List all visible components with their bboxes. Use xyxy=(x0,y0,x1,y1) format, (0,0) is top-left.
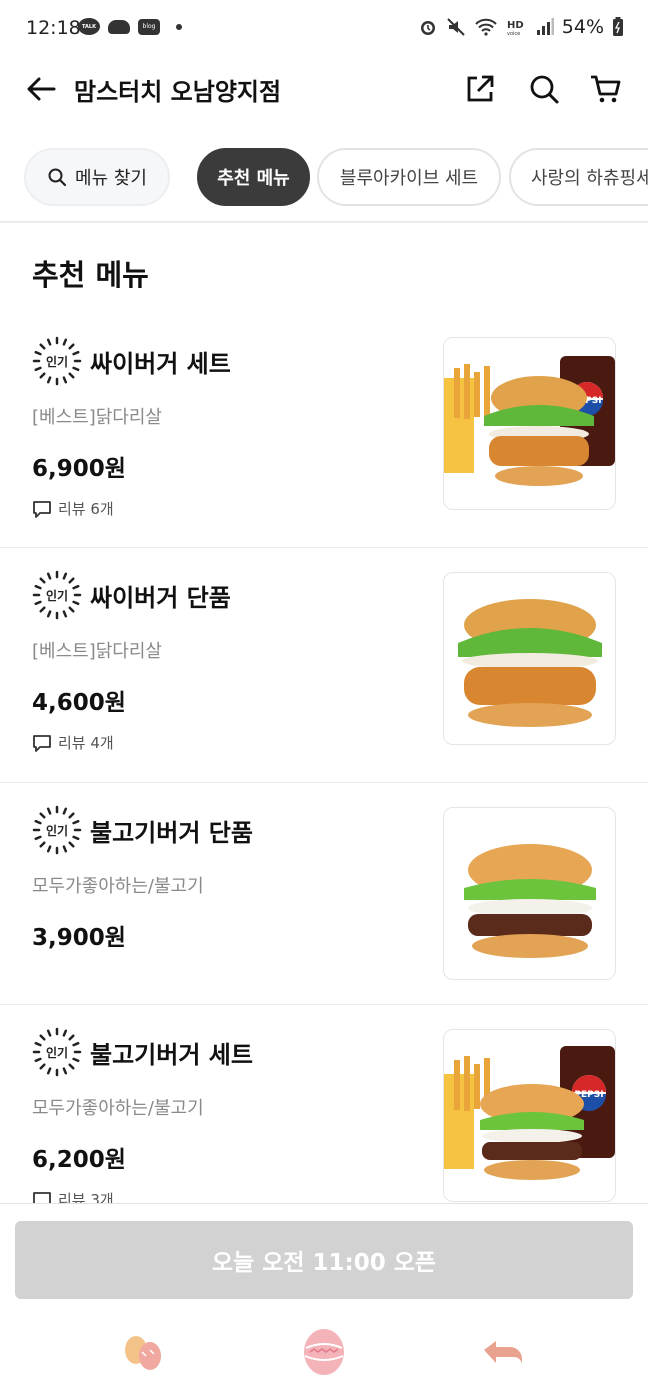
review-count: 리뷰 6개 xyxy=(32,498,114,519)
blog-icon: blog xyxy=(138,18,160,35)
store-title: 맘스터치 오남양지점 xyxy=(74,78,282,106)
search-icon[interactable] xyxy=(527,72,561,106)
cloud-icon xyxy=(108,19,130,34)
menu-item-price: 6,900원 xyxy=(32,456,126,482)
menu-item-image xyxy=(443,572,616,745)
review-count: 리뷰 3개 xyxy=(32,1189,114,1203)
mute-icon xyxy=(447,18,465,36)
menu-item[interactable]: 인기 싸이버거 세트 [베스트]닭다리살 6,900원 리뷰 6개 PEPSI xyxy=(0,314,648,548)
alarm-icon xyxy=(420,21,435,35)
menu-item-desc: 모두가좋아하는/불고기 xyxy=(32,876,204,897)
comment-icon xyxy=(33,734,51,752)
review-count-label: 리뷰 3개 xyxy=(58,1191,114,1203)
back-arrow-icon[interactable] xyxy=(24,72,58,106)
hd-voice-icon: HDvoice xyxy=(507,20,524,37)
menu-item[interactable]: 인기 불고기버거 세트 모두가좋아하는/불고기 6,200원 리뷰 3개 PEP… xyxy=(0,1005,648,1203)
menu-item-desc: [베스트]닭다리살 xyxy=(32,641,162,662)
review-count-label: 리뷰 4개 xyxy=(58,734,114,752)
menu-item-price: 6,200원 xyxy=(32,1147,126,1173)
popular-badge-icon: 인기 xyxy=(32,570,82,620)
popular-badge-icon: 인기 xyxy=(32,336,82,386)
divider xyxy=(0,221,648,223)
svg-text:voice: voice xyxy=(507,31,520,37)
menu-item-price: 4,600원 xyxy=(32,690,126,716)
menu-item[interactable]: 인기 불고기버거 단품 모두가좋아하는/불고기 3,900원 xyxy=(0,783,648,1005)
menu-item[interactable]: 인기 싸이버거 단품 [베스트]닭다리살 4,600원 리뷰 4개 xyxy=(0,548,648,783)
popular-badge-icon: 인기 xyxy=(32,1027,82,1077)
chip-hachuping-set[interactable]: 사랑의 하츄핑세 xyxy=(509,148,648,206)
chip-recommended[interactable]: 추천 메뉴 xyxy=(197,148,310,206)
comment-icon xyxy=(33,500,51,518)
menu-item-desc: 모두가좋아하는/불고기 xyxy=(32,1098,204,1119)
menu-item-name: 불고기버거 단품 xyxy=(90,819,253,847)
recent-apps-icon[interactable] xyxy=(118,1328,170,1376)
screen: 12:18 TALK blog HD voice 54% 맘스터치 오남양지점 메… xyxy=(0,0,648,1390)
menu-item-image xyxy=(443,807,616,980)
review-count: 리뷰 4개 xyxy=(32,732,114,753)
status-bar: 12:18 TALK blog HD voice 54% xyxy=(0,0,648,58)
signal-icon xyxy=(536,18,554,35)
back-icon[interactable] xyxy=(478,1328,530,1376)
comment-icon xyxy=(33,1191,51,1203)
bulgogi-burger-image xyxy=(464,844,596,958)
popular-badge-label: 인기 xyxy=(46,588,68,603)
popular-badge-label: 인기 xyxy=(46,1045,68,1060)
menu-item-name: 싸이버거 세트 xyxy=(90,350,231,378)
category-chips: 메뉴 찾기 추천 메뉴 블루아카이브 세트 사랑의 하츄핑세 xyxy=(0,148,648,208)
wifi-icon xyxy=(475,18,497,36)
popular-badge-icon: 인기 xyxy=(32,805,82,855)
menu-item-desc: [베스트]닭다리살 xyxy=(32,407,162,428)
kakaotalk-icon: TALK xyxy=(78,18,100,35)
menu-item-image: PEPSI xyxy=(443,337,616,510)
menu-item-image: PEPSI xyxy=(443,1029,616,1202)
battery-icon xyxy=(613,17,623,36)
popular-badge-label: 인기 xyxy=(46,823,68,838)
menu-item-price: 3,900원 xyxy=(32,925,126,951)
menu-item-name: 싸이버거 단품 xyxy=(90,584,231,612)
system-nav-bar xyxy=(0,1314,648,1390)
chicken-burger-image xyxy=(458,599,602,727)
popular-badge-label: 인기 xyxy=(46,354,68,369)
status-time: 12:18 xyxy=(26,17,81,39)
chip-blue-archive-set[interactable]: 블루아카이브 세트 xyxy=(317,148,501,206)
svg-text:HD: HD xyxy=(507,20,524,31)
more-notifications-icon xyxy=(176,23,182,30)
section-title: 추천 메뉴 xyxy=(32,258,149,292)
bulgogi-set-image: PEPSI xyxy=(444,1046,615,1180)
search-icon xyxy=(48,168,67,187)
menu-item-name: 불고기버거 세트 xyxy=(90,1041,253,1069)
menu-search-chip[interactable]: 메뉴 찾기 xyxy=(24,148,170,206)
menu-search-label: 메뉴 찾기 xyxy=(75,168,147,189)
app-header: 맘스터치 오남양지점 xyxy=(0,58,648,124)
burger-set-image: PEPSI xyxy=(444,356,615,486)
home-icon[interactable] xyxy=(298,1328,350,1376)
share-icon[interactable] xyxy=(463,72,497,106)
battery-percent: 54% xyxy=(561,16,604,38)
review-count-label: 리뷰 6개 xyxy=(58,500,114,518)
cart-icon[interactable] xyxy=(589,72,623,106)
open-time-button[interactable]: 오늘 오전 11:00 오픈 xyxy=(15,1221,633,1299)
